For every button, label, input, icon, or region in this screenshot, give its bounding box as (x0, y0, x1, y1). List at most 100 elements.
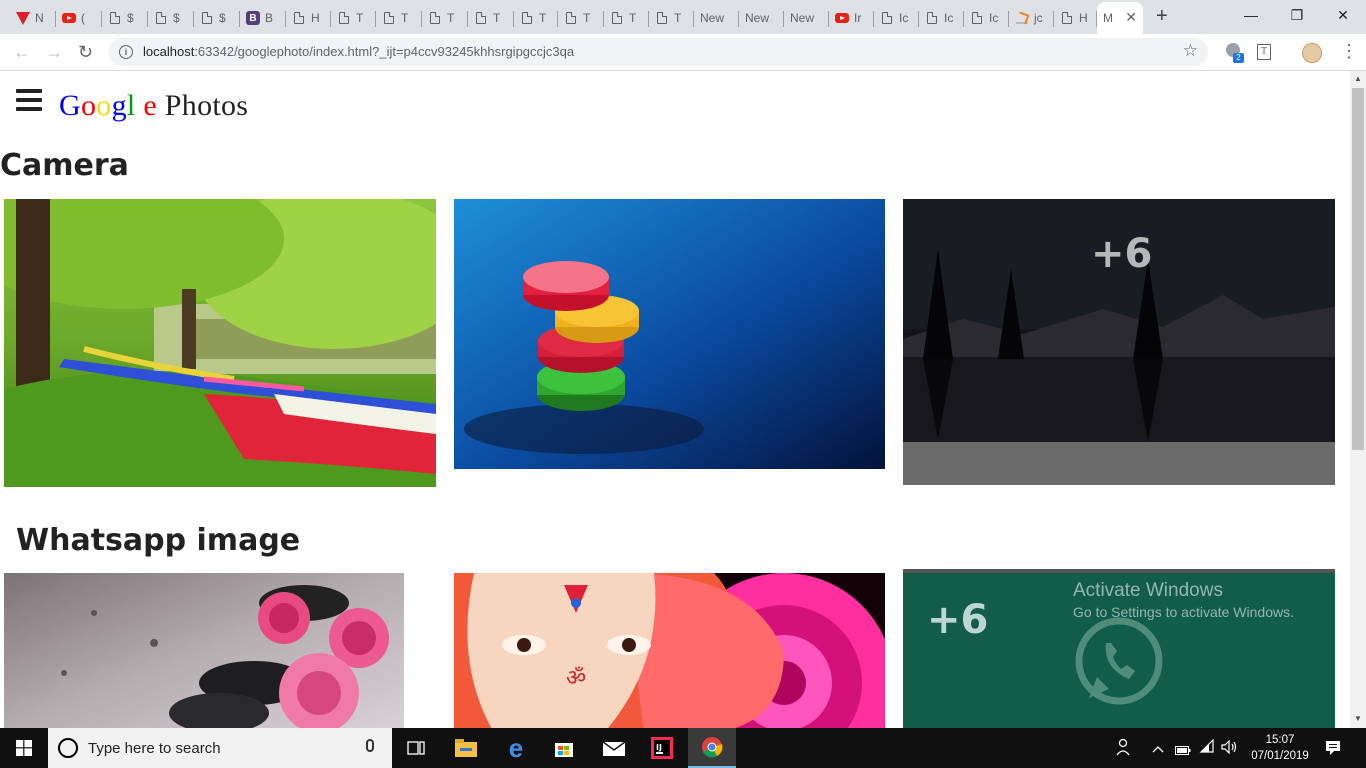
back-button[interactable]: ← (13, 42, 31, 62)
browser-toolbar: ← → ↻ i localhost:63342/googlephoto/inde… (0, 34, 1366, 71)
tab-label: $ (219, 11, 226, 25)
page-content: Googl e Photos Camera +6 Whatsapp image … (0, 71, 1350, 728)
photo-park[interactable] (4, 199, 436, 487)
doc-icon (474, 11, 488, 25)
edge-browser-icon[interactable]: e (492, 728, 540, 768)
tab-label: New (700, 11, 725, 25)
browser-tab[interactable]: Ic (964, 4, 1009, 32)
logo-letter: o (96, 89, 112, 122)
info-icon[interactable]: i (119, 45, 133, 59)
forward-button[interactable]: → (45, 42, 63, 62)
browser-tab[interactable]: New (739, 4, 784, 32)
tab-label: T (493, 11, 501, 25)
wifi-icon[interactable] (1199, 738, 1215, 758)
menu-icon[interactable]: ⋮ (1340, 41, 1358, 61)
taskbar: Type here to search e IJ 15:07 07/01/201… (0, 728, 1366, 768)
browser-tab[interactable]: T (558, 4, 604, 32)
browser-tab[interactable]: $ (194, 4, 240, 32)
browser-tab[interactable]: T (422, 4, 468, 32)
doc-icon (520, 11, 534, 25)
url-host: localhost (143, 44, 195, 59)
browser-tab[interactable]: N (10, 4, 56, 32)
address-bar[interactable]: i localhost:63342/googlephoto/index.html… (108, 38, 1208, 66)
taskbar-search-box[interactable]: Type here to search (48, 728, 392, 768)
tab-label: T (629, 11, 637, 25)
doc-icon (154, 11, 168, 25)
close-tab-icon[interactable]: ✕ (1125, 9, 1137, 26)
reload-button[interactable]: ↻ (78, 42, 93, 62)
tab-label: $ (173, 11, 180, 25)
browser-tab[interactable]: $ (148, 4, 194, 32)
profile-avatar[interactable] (1302, 43, 1322, 63)
scroll-up-arrow-icon[interactable]: ▲ (1354, 74, 1362, 83)
restore-button[interactable]: ❐ (1274, 0, 1320, 30)
browser-tab[interactable]: H (1054, 4, 1097, 32)
browser-tab[interactable]: T (514, 4, 558, 32)
task-view-icon[interactable] (392, 728, 440, 768)
photo-candy[interactable] (454, 199, 885, 469)
browser-tab[interactable]: T (331, 4, 376, 32)
svg-text:ॐ: ॐ (566, 666, 586, 691)
close-window-button[interactable]: ✕ (1320, 0, 1366, 30)
start-button[interactable] (0, 728, 48, 768)
store-icon[interactable] (540, 728, 588, 768)
photo-ganesha[interactable]: ॐ (454, 573, 885, 728)
browser-tab[interactable]: New (694, 4, 739, 32)
browser-tab[interactable]: BB (240, 4, 286, 32)
clock-date: 07/01/2019 (1251, 750, 1309, 762)
microphone-icon[interactable] (366, 739, 374, 752)
more-count-whatsapp: +6 (927, 597, 989, 643)
browser-tab[interactable]: T (649, 4, 694, 32)
hamburger-menu-icon[interactable] (16, 89, 42, 113)
scrollbar-thumb[interactable] (1352, 88, 1364, 450)
new-tab-button[interactable]: + (1156, 6, 1168, 26)
windows-logo-icon (16, 740, 32, 756)
intellij-icon[interactable]: IJ (638, 728, 686, 768)
taskbar-clock[interactable]: 15:07 07/01/2019 (1249, 732, 1311, 764)
browser-tab[interactable]: Ir (829, 4, 874, 32)
clock-time: 15:07 (1265, 734, 1295, 746)
browser-tab[interactable]: T (604, 4, 649, 32)
scroll-down-arrow-icon[interactable]: ▼ (1354, 714, 1362, 723)
url-text[interactable]: localhost:63342/googlephoto/index.html?_… (143, 44, 574, 59)
volume-icon[interactable] (1221, 739, 1239, 757)
file-explorer-icon[interactable] (442, 728, 490, 768)
photo-night-lake-more[interactable]: +6 (903, 199, 1335, 485)
bookmark-star-icon[interactable]: ☆ (1183, 41, 1198, 61)
translate-icon[interactable]: T (1257, 44, 1271, 60)
mail-icon[interactable] (590, 728, 638, 768)
browser-tab[interactable]: T (376, 4, 422, 32)
browser-tab[interactable]: jc (1009, 4, 1054, 32)
youtube-icon (835, 11, 849, 25)
battery-icon[interactable] (1175, 743, 1191, 758)
tab-label: $ (127, 11, 134, 25)
show-hidden-icons-icon[interactable] (1152, 741, 1164, 756)
watermark-line2: Go to Settings to activate Windows. (1073, 604, 1294, 620)
tab-label: T (356, 11, 364, 25)
logo: Googl e Photos (59, 89, 248, 123)
photo-roses[interactable] (4, 573, 404, 728)
browser-tab[interactable]: ( (56, 4, 102, 32)
doc-icon (610, 11, 624, 25)
tab-label: Ir (854, 11, 862, 25)
browser-tab[interactable]: Ic (874, 4, 919, 32)
page-scrollbar[interactable]: ▲ ▼ (1350, 71, 1366, 728)
browser-tab[interactable]: T (468, 4, 514, 32)
stackoverflow-icon (1015, 11, 1029, 25)
logo-letter: Photos (156, 89, 249, 122)
browser-tab[interactable]: New (784, 4, 829, 32)
doc-icon (108, 11, 122, 25)
extension-icon[interactable]: 2 (1226, 43, 1246, 63)
minimize-button[interactable]: — (1228, 0, 1274, 30)
doc-icon (428, 11, 442, 25)
action-center-icon[interactable] (1325, 740, 1341, 759)
browser-tab[interactable]: $ (102, 4, 148, 32)
youtube-icon (62, 11, 76, 25)
people-icon[interactable] (1115, 738, 1133, 759)
browser-tab[interactable]: H (286, 4, 331, 32)
tab-label: N (35, 11, 44, 25)
active-tab[interactable]: M ✕ (1097, 2, 1143, 34)
tab-label: T (539, 11, 547, 25)
chrome-icon[interactable] (688, 728, 736, 768)
browser-tab[interactable]: Ic (919, 4, 964, 32)
